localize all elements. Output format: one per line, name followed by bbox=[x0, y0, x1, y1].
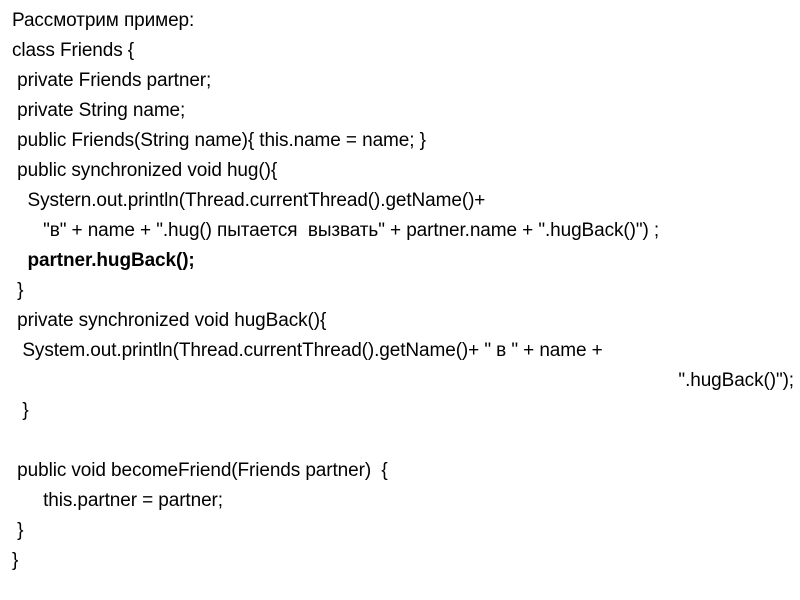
code-line-hug-println-start: Systern.out.println(Thread.currentThread… bbox=[12, 190, 486, 211]
code-listing: Рассмотрим пример: class Friends { priva… bbox=[0, 6, 800, 576]
code-line-hugback-close-brace: } bbox=[12, 400, 29, 421]
code-line-class-close-brace: } bbox=[12, 550, 19, 571]
code-line-hug-println-continuation: "в" + name + ".hug() пытается вызвать" +… bbox=[12, 220, 660, 241]
slide-heading: Рассмотрим пример: bbox=[12, 10, 195, 31]
code-line-hug-declaration: public synchronized void hug(){ bbox=[12, 160, 278, 181]
code-line-hugback-println-start: System.out.println(Thread.currentThread(… bbox=[12, 340, 603, 361]
slide-canvas: Рассмотрим пример: class Friends { priva… bbox=[0, 0, 800, 600]
code-line-partner-hugback-call: partner.hugBack(); bbox=[12, 250, 195, 271]
code-line-constructor: public Friends(String name){ this.name =… bbox=[12, 130, 426, 151]
code-line-field-name: private String name; bbox=[12, 100, 186, 121]
code-line-hugback-println-continuation: ".hugBack()"); bbox=[678, 370, 794, 391]
code-line-blank-separator bbox=[0, 426, 800, 456]
code-line-class-declaration: class Friends { bbox=[12, 40, 135, 61]
code-line-becomefriend-assignment: this.partner = partner; bbox=[12, 490, 223, 511]
code-line-hugback-declaration: private synchronized void hugBack(){ bbox=[12, 310, 327, 331]
code-line-field-partner: private Friends partner; bbox=[12, 70, 212, 91]
code-line-becomefriend-close-brace: } bbox=[12, 520, 24, 541]
code-line-hug-close-brace: } bbox=[12, 280, 24, 301]
code-line-becomefriend-declaration: public void becomeFriend(Friends partner… bbox=[12, 460, 388, 481]
